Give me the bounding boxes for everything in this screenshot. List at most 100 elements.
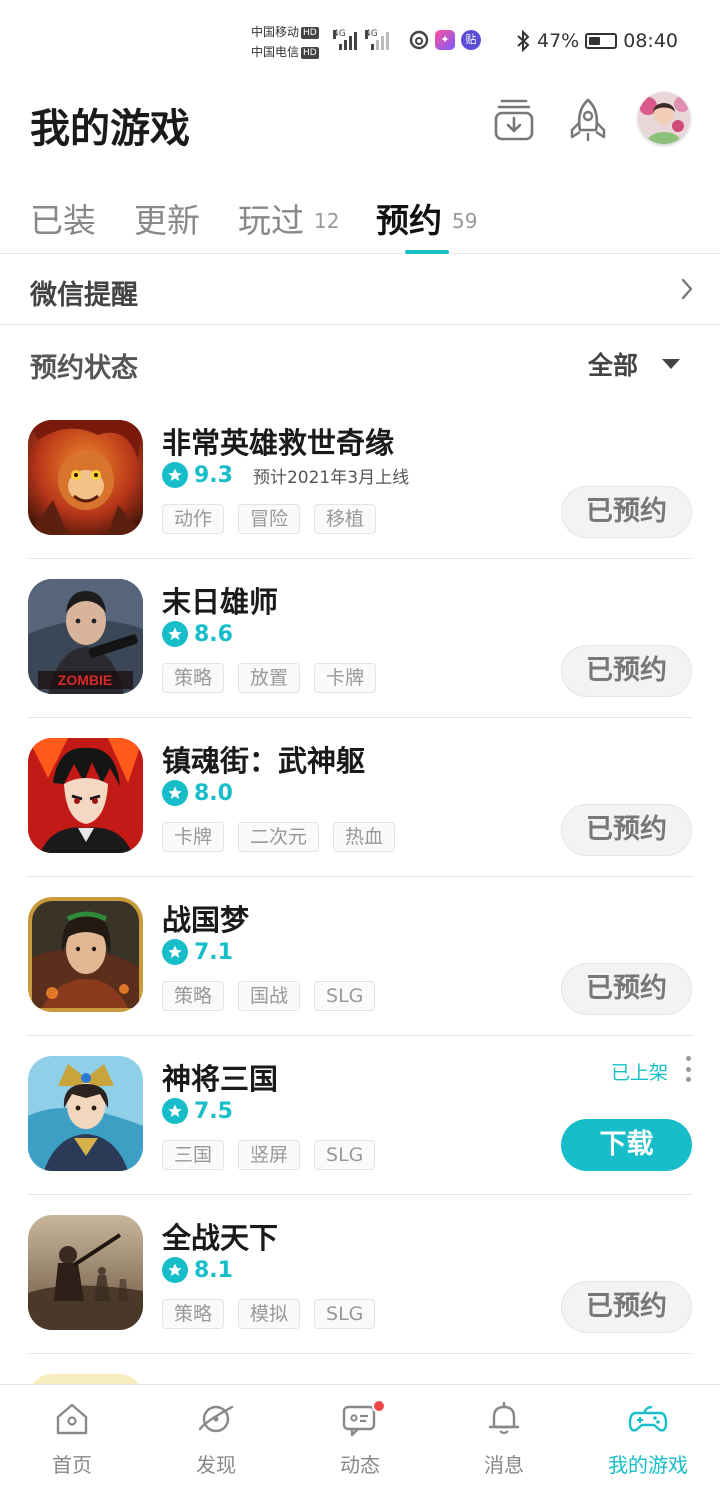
carrier-2: 中国电信 bbox=[251, 45, 300, 59]
nav-home[interactable]: 首页 bbox=[0, 1385, 144, 1485]
game-icon[interactable] bbox=[28, 420, 143, 535]
game-score: 7.5 bbox=[194, 1098, 233, 1124]
reserved-button[interactable]: 已预约 bbox=[561, 804, 692, 856]
game-icon[interactable] bbox=[28, 1215, 143, 1330]
reserved-button[interactable]: 已预约 bbox=[561, 963, 692, 1015]
game-name[interactable]: 神将三国 bbox=[162, 1056, 278, 1098]
game-name[interactable]: 非常英雄救世奇缘 bbox=[162, 420, 394, 462]
game-tag[interactable]: 策略 bbox=[162, 1299, 225, 1329]
star-icon bbox=[162, 780, 188, 806]
reserved-button[interactable]: 已预约 bbox=[561, 1281, 692, 1333]
game-tag[interactable]: 冒险 bbox=[238, 504, 301, 534]
game-rating: 8.0 bbox=[162, 780, 233, 806]
star-icon bbox=[162, 939, 188, 965]
game-tabs: 已装 更新 玩过 12 预约 59 bbox=[0, 184, 720, 254]
signal-strength-icon: 4G bbox=[333, 30, 357, 50]
game-row[interactable]: 镇魂街：武神躯 8.0 卡牌 二次元 热血 已预约 bbox=[0, 718, 720, 877]
game-row[interactable]: 神将三国 7.5 三国 竖屏 SLG 已上架 下载 bbox=[0, 1036, 720, 1195]
game-tag[interactable]: 二次元 bbox=[238, 822, 320, 852]
release-date: 预计2021年3月上线 bbox=[252, 467, 410, 488]
download-tray-icon bbox=[494, 99, 534, 141]
tab-installed[interactable]: 已装 bbox=[30, 194, 96, 242]
signal-strength-icon: 4G bbox=[365, 30, 389, 50]
tab-reserved[interactable]: 预约 59 bbox=[376, 194, 477, 242]
reserved-button[interactable]: 已预约 bbox=[561, 645, 692, 697]
game-tag[interactable]: 热血 bbox=[333, 822, 396, 852]
game-score: 8.1 bbox=[194, 1257, 233, 1283]
game-tag[interactable]: 卡牌 bbox=[314, 663, 377, 693]
game-name[interactable]: 末日雄师 bbox=[162, 579, 278, 621]
game-icon[interactable] bbox=[28, 738, 143, 853]
game-tag[interactable]: 竖屏 bbox=[238, 1140, 301, 1170]
planet-icon bbox=[198, 1405, 234, 1433]
game-row[interactable]: 战国梦 7.1 策略 国战 SLG 已预约 bbox=[0, 877, 720, 1036]
game-name[interactable]: 全战天下 bbox=[162, 1215, 278, 1257]
game-rating: 7.5 bbox=[162, 1098, 233, 1124]
more-options-icon[interactable] bbox=[682, 1056, 694, 1082]
status-bar: 中国移动 HD 中国电信 HD 4G 4G ✦ 贴 47% 08:40 bbox=[0, 0, 720, 84]
game-row[interactable]: ZOMBIE 末日雄师 8.6 策略 放置 卡牌 已预约 bbox=[0, 559, 720, 718]
nav-label: 我的游戏 bbox=[608, 1453, 688, 1477]
game-tag[interactable]: SLG bbox=[314, 1140, 376, 1170]
game-tags: 三国 竖屏 SLG bbox=[162, 1140, 376, 1170]
download-button[interactable]: 下载 bbox=[561, 1119, 692, 1171]
game-art-three-kingdoms-general bbox=[28, 1056, 143, 1171]
game-art-warring-states bbox=[28, 897, 143, 1012]
game-tag[interactable]: 放置 bbox=[238, 663, 301, 693]
caret-down-icon bbox=[662, 359, 680, 369]
status-app-icons: ✦ 贴 bbox=[409, 30, 481, 50]
wechat-reminder-row[interactable]: 微信提醒 bbox=[0, 255, 720, 325]
tab-updates[interactable]: 更新 bbox=[134, 194, 200, 242]
wechat-reminder-label: 微信提醒 bbox=[30, 280, 138, 311]
header: 我的游戏 bbox=[0, 84, 720, 164]
reserved-button[interactable]: 已预约 bbox=[561, 486, 692, 538]
game-art-monkey-hero bbox=[28, 420, 143, 535]
carrier-1: 中国移动 bbox=[251, 25, 300, 39]
nav-label: 发现 bbox=[196, 1453, 236, 1477]
game-row[interactable]: 非常英雄救世奇缘 9.3 预计2021年3月上线 动作 冒险 移植 已预约 bbox=[0, 400, 720, 559]
tab-played[interactable]: 玩过 12 bbox=[238, 194, 339, 242]
game-tag[interactable]: 国战 bbox=[238, 981, 301, 1011]
game-tag[interactable]: 移植 bbox=[314, 504, 377, 534]
nav-feed[interactable]: 动态 bbox=[288, 1385, 432, 1485]
game-tag[interactable]: 动作 bbox=[162, 504, 225, 534]
star-icon bbox=[162, 462, 188, 488]
carrier-info: 中国移动 HD 中国电信 HD bbox=[251, 22, 319, 62]
nav-discover[interactable]: 发现 bbox=[144, 1385, 288, 1485]
game-score: 7.1 bbox=[194, 939, 233, 965]
game-icon[interactable] bbox=[28, 897, 143, 1012]
star-icon bbox=[162, 621, 188, 647]
game-art-anime-warrior bbox=[28, 738, 143, 853]
game-tag[interactable]: 模拟 bbox=[238, 1299, 301, 1329]
user-avatar[interactable] bbox=[638, 92, 690, 144]
game-tag[interactable]: 策略 bbox=[162, 663, 225, 693]
nav-label: 消息 bbox=[484, 1453, 524, 1477]
nav-label: 动态 bbox=[340, 1453, 380, 1477]
game-score: 8.0 bbox=[194, 780, 233, 806]
game-tag[interactable]: SLG bbox=[314, 981, 376, 1011]
game-row-partial[interactable] bbox=[0, 1354, 720, 1384]
speed-up-button[interactable] bbox=[564, 96, 612, 144]
download-manager-button[interactable] bbox=[490, 96, 538, 144]
signal-indicators: 4G 4G bbox=[333, 30, 389, 50]
filter-value: 全部 bbox=[587, 351, 638, 380]
reservation-filter-row: 预约状态 全部 bbox=[0, 326, 720, 400]
clock: 08:40 bbox=[623, 30, 678, 52]
game-row[interactable]: 全战天下 8.1 策略 模拟 SLG 已预约 bbox=[0, 1195, 720, 1354]
filter-dropdown[interactable]: 全部 bbox=[588, 346, 680, 382]
game-name[interactable]: 镇魂街：武神躯 bbox=[162, 738, 365, 780]
game-name[interactable]: 战国梦 bbox=[162, 897, 249, 939]
game-tag[interactable]: 卡牌 bbox=[162, 822, 225, 852]
game-tags: 策略 放置 卡牌 bbox=[162, 663, 377, 693]
game-icon[interactable] bbox=[28, 1374, 143, 1384]
nav-my-games[interactable]: 我的游戏 bbox=[576, 1385, 720, 1485]
game-icon[interactable] bbox=[28, 1056, 143, 1171]
game-tags: 动作 冒险 移植 bbox=[162, 504, 377, 534]
game-icon[interactable]: ZOMBIE bbox=[28, 579, 143, 694]
avatar-image bbox=[638, 92, 690, 144]
nav-messages[interactable]: 消息 bbox=[432, 1385, 576, 1485]
game-tag[interactable]: 策略 bbox=[162, 981, 225, 1011]
game-tag[interactable]: SLG bbox=[314, 1299, 376, 1329]
game-tag[interactable]: 三国 bbox=[162, 1140, 225, 1170]
tieba-icon: 贴 bbox=[461, 30, 481, 50]
